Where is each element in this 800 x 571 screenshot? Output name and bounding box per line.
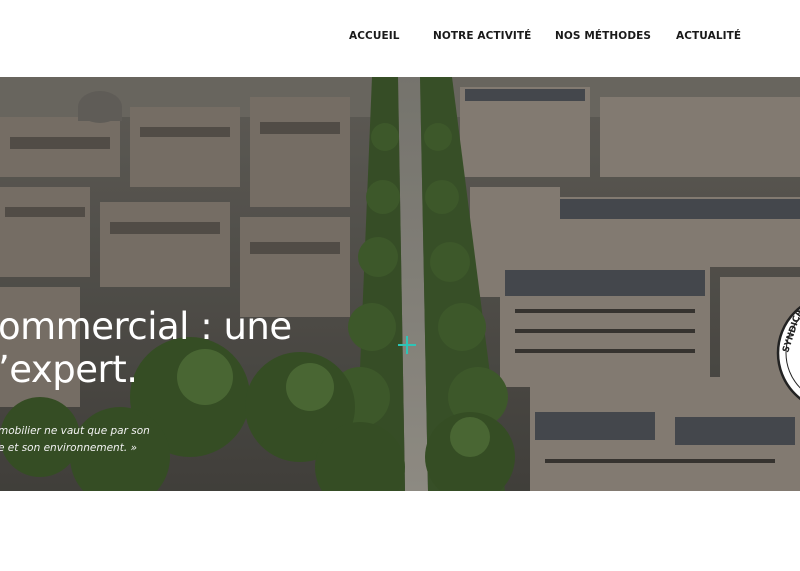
nav-item-accueil[interactable]: ACCUEIL	[349, 30, 400, 42]
below-hero-area	[0, 491, 800, 571]
hero-heading-line-1: ommercial : une	[0, 305, 292, 348]
hero-heading-line-2: ’expert.	[0, 348, 138, 391]
crosshair-cursor-icon	[398, 336, 416, 354]
seal-badge-icon: SYNDICA	[776, 305, 800, 401]
nav-item-actualite[interactable]: ACTUALITÉ	[676, 30, 741, 42]
nav-item-notre-activite[interactable]: NOTRE ACTIVITÉ	[433, 30, 531, 42]
hero-quote: mobilier ne vaut que par son e et son en…	[0, 423, 150, 457]
site-header: ACCUEIL NOTRE ACTIVITÉ NOS MÉTHODES ACTU…	[0, 0, 800, 77]
hero-banner: ommercial : une ’expert. mobilier ne vau…	[0, 77, 800, 491]
hero-quote-line-1: mobilier ne vaut que par son	[0, 425, 150, 437]
hero-quote-line-2: e et son environnement. »	[0, 442, 137, 454]
hero-heading: ommercial : une ’expert.	[0, 305, 292, 391]
nav-item-nos-methodes[interactable]: NOS MÉTHODES	[555, 30, 651, 42]
main-nav: ACCUEIL NOTRE ACTIVITÉ NOS MÉTHODES ACTU…	[0, 30, 800, 44]
